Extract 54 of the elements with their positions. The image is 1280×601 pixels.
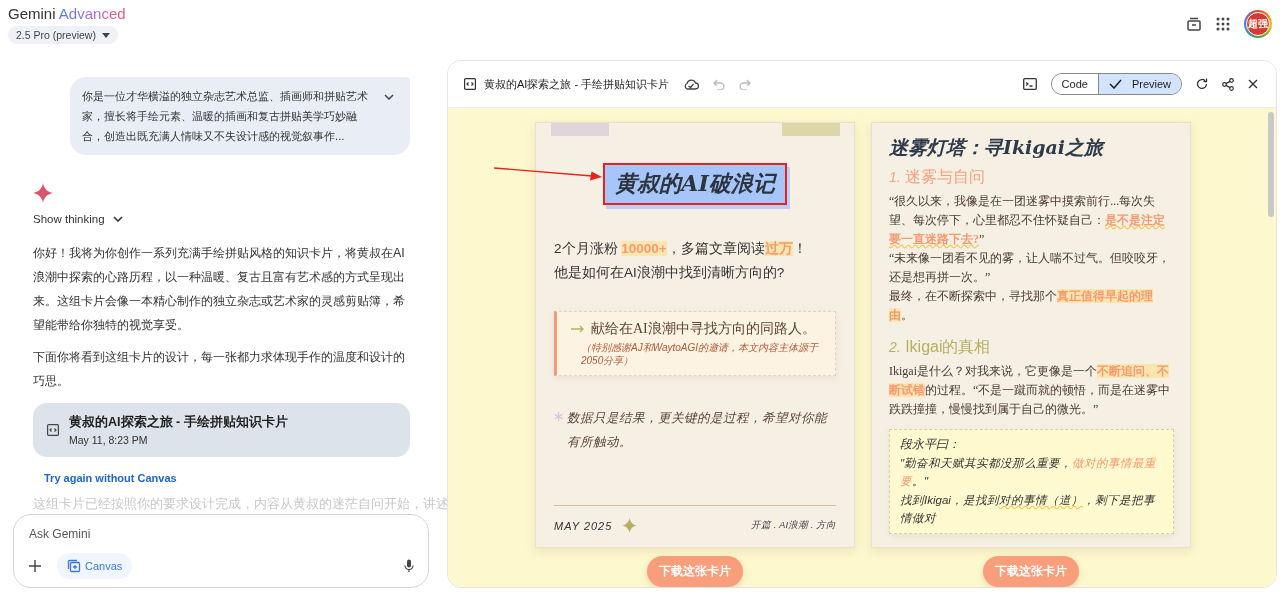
dedication-text: 献给在AI浪潮中寻找方向的同路人。 xyxy=(591,320,816,338)
quote-author: 段永平曰： xyxy=(900,436,961,453)
card-paragraph: “未来像一团看不见的雾，让人喘不过气。但咬咬牙，还是想再拼一次。” xyxy=(889,250,1172,286)
view-tab[interactable]: Preview xyxy=(1097,74,1181,94)
thanks-note: （特别感谢AJ和WaytoAGI的邀请，本文内容主体源于2050分享） xyxy=(580,341,820,367)
artifact-time: May 11, 8:23 PM xyxy=(69,434,149,446)
quote-text: "勤奋和天赋其实都没那么重要，做对的事情最重要。" xyxy=(900,456,1158,489)
microphone-icon[interactable] xyxy=(404,559,414,573)
response-paragraph: 你好！我将为你创作一系列充满手绘拼贴风格的知识卡片，将黄叔在AI浪潮中探索的心路历程，以一种温暖、复古且富有艺术感的方式呈现出来。这组卡片会像一本精心制作的独立杂志或艺术家的灵感剪贴簿，希望能带给你独特的视觉享受。 xyxy=(33,245,406,334)
section-heading: 2. Ikigai的真相 xyxy=(889,337,992,357)
sparkle-icon xyxy=(622,518,638,533)
tape-strip xyxy=(782,123,840,136)
response-paragraph: 下面你将看到这组卡片的设计，每一张都力求体现手作的温度和设计的巧思。 xyxy=(33,349,406,390)
close-icon[interactable] xyxy=(1248,79,1258,89)
lead-text: 2个月涨粉 10000+，多篇文章阅读过万！ xyxy=(554,240,808,258)
scrollbar-thumb[interactable] xyxy=(1268,112,1274,217)
card-paragraph: Ikigai是什么？对我来说，它更像是一个不断追问、不断试错的过程。“不是一蹴而就的顿悟，而是在迷雾中跌跌撞撞，慢慢找到属于自己的微光。” xyxy=(889,363,1172,418)
check-icon xyxy=(1108,79,1122,89)
prompt-input[interactable]: Ask Gemini xyxy=(29,525,414,543)
canvas-button[interactable]: Canvas xyxy=(57,553,133,579)
caret-icon xyxy=(101,32,110,38)
account-avatar[interactable]: 超强 xyxy=(1246,12,1270,36)
chevron-icon[interactable] xyxy=(384,94,394,100)
cloud-icon[interactable] xyxy=(683,78,700,90)
retry-link[interactable]: Try again without Canvas xyxy=(44,472,177,484)
refresh-icon[interactable] xyxy=(1196,78,1208,90)
show-thinking-button[interactable]: Show thinking xyxy=(33,213,123,225)
model-selector[interactable]: 2.5 Pro (preview) xyxy=(8,26,118,44)
card-paragraph: “很久以来，我像是在一团迷雾中摸索前行...每次失望、每次停下，心里都忍不住怀疑自己：是不是注定要一直迷路下去?” xyxy=(889,193,1166,248)
user-message: 你是一位才华横溢的独立杂志艺术总监、插画师和拼贴艺术家，擅长将手绘元素、温暖的插画和复古拼贴美学巧妙融合，创造出既充满人情味又不失设计感的视觉叙事作... xyxy=(82,89,369,144)
artifact-title: 黄叔的AI探索之旅 - 手绘拼贴知识卡片 xyxy=(69,414,288,431)
card-title: 迷雾灯塔：寻Ikigai之旅 xyxy=(889,135,1106,160)
library-icon[interactable] xyxy=(1186,16,1202,32)
add-icon[interactable] xyxy=(29,560,41,572)
chevron-icon xyxy=(112,216,123,222)
closing-text: 数据只是结果，更关键的是过程，希望对你能有所触动。 xyxy=(567,410,829,451)
artifact-card[interactable]: 黄叔的AI探索之旅 - 手绘拼贴知识卡片 May 11, 8:23 PM xyxy=(33,403,410,457)
section-heading: 1. 迷雾与自问 xyxy=(889,167,987,187)
arrow-icon xyxy=(571,325,585,333)
console-icon[interactable] xyxy=(1022,78,1037,90)
code-icon xyxy=(47,424,59,436)
card-paragraph: 最终，在不断探索中，寻找那个真正值得早起的理由。 xyxy=(889,288,1154,324)
share-icon[interactable] xyxy=(1222,77,1234,91)
canvas-title: 黄叔的AI探索之旅 - 手绘拼贴知识卡片 xyxy=(484,76,670,92)
canvas-icon xyxy=(67,559,81,573)
star-icon xyxy=(554,411,564,422)
apps-grid-icon[interactable] xyxy=(1216,17,1230,31)
card-date: MAY 2025 xyxy=(554,519,613,532)
card-tags: 开篇 . AI浪潮 . 方向 xyxy=(751,519,836,532)
app-title: Gemini Advanced xyxy=(8,5,126,22)
sparkle-icon xyxy=(33,183,53,203)
code-icon xyxy=(464,78,476,90)
quote-text: 找到Ikigai，是找到对的事情（道），剩下是把事情做对 xyxy=(900,493,1157,526)
lead-text: 他是如何在AI浪潮中找到清晰方向的? xyxy=(554,264,786,282)
